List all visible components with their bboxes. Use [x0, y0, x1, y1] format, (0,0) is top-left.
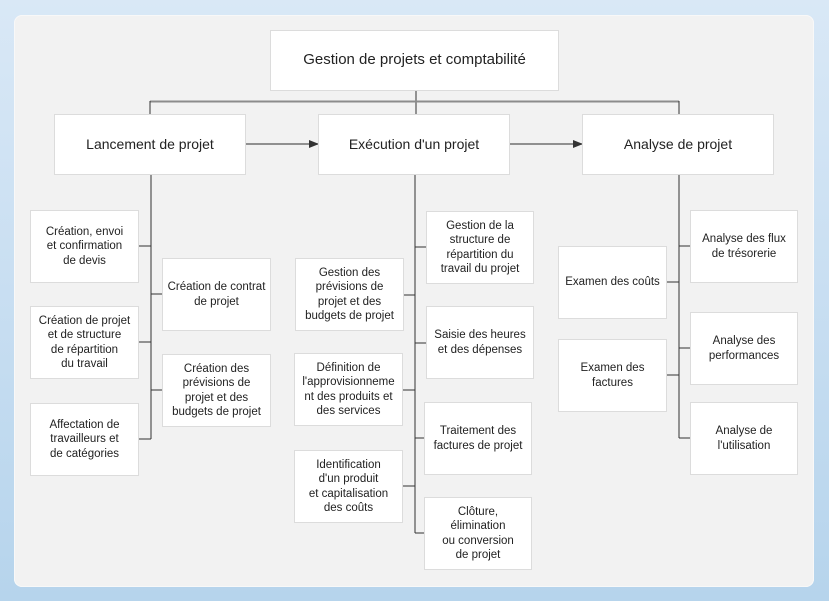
execution-item-invoices[interactable]: Traitement des factures de projet — [424, 402, 532, 475]
root-node[interactable]: Gestion de projets et comptabilité — [270, 30, 559, 91]
phase-analysis[interactable]: Analyse de projet — [582, 114, 774, 175]
analysis-item-cost-review[interactable]: Examen des coûts — [558, 246, 667, 319]
analysis-item-cash-flow[interactable]: Analyse des flux de trésorerie — [690, 210, 798, 283]
launch-item-contract[interactable]: Création de contrat de projet — [162, 258, 271, 331]
execution-item-hours-expenses[interactable]: Saisie des heures et des dépenses — [426, 306, 534, 379]
analysis-item-performance[interactable]: Analyse des performances — [690, 312, 798, 385]
execution-item-closing[interactable]: Clôture, élimination ou conversion de pr… — [424, 497, 532, 570]
execution-item-forecasts-budgets[interactable]: Gestion des prévisions de projet et des … — [295, 258, 404, 331]
analysis-item-utilization[interactable]: Analyse de l'utilisation — [690, 402, 798, 475]
execution-item-wbs[interactable]: Gestion de la structure de répartition d… — [426, 211, 534, 284]
launch-item-project-wbs[interactable]: Création de projet et de structure de ré… — [30, 306, 139, 379]
launch-item-forecasts-budgets[interactable]: Création des prévisions de projet et des… — [162, 354, 271, 427]
phase-execution[interactable]: Exécution d'un projet — [318, 114, 510, 175]
launch-item-workers-categories[interactable]: Affectation de travailleurs et de catégo… — [30, 403, 139, 476]
execution-item-capitalization[interactable]: Identification d'un produit et capitalis… — [294, 450, 403, 523]
launch-item-quotes[interactable]: Création, envoi et confirmation de devis — [30, 210, 139, 283]
analysis-item-invoice-review[interactable]: Examen des factures — [558, 339, 667, 412]
phase-launch[interactable]: Lancement de projet — [54, 114, 246, 175]
execution-item-procurement[interactable]: Définition de l'approvisionneme nt des p… — [294, 353, 403, 426]
